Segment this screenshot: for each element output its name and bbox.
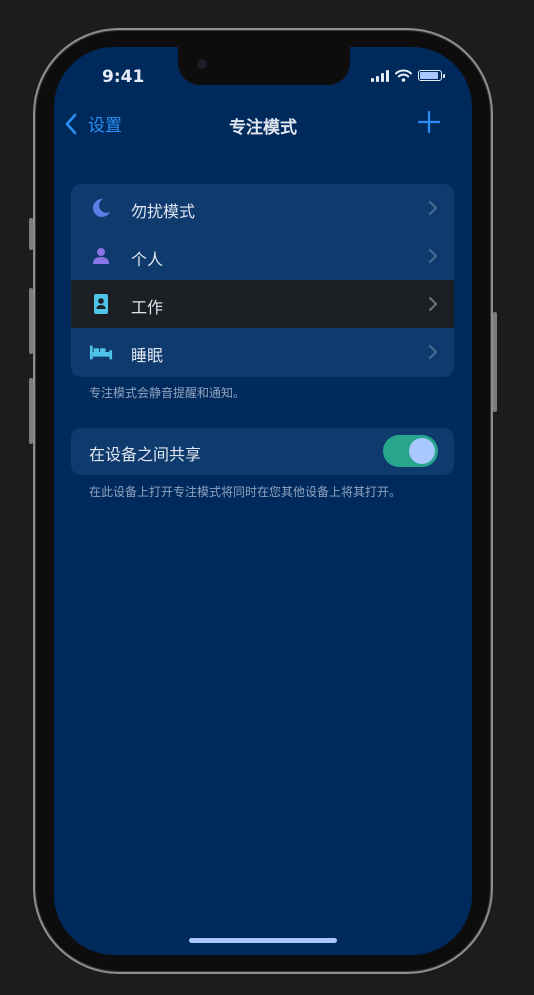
status-time: 9:41 [102,67,145,87]
add-icon[interactable] [416,109,442,135]
volume-up-button [29,288,33,354]
battery-level [420,72,438,79]
share-across-devices-row: 在设备之间共享 [71,428,454,475]
chevron-right-icon [429,249,438,263]
camera-icon [197,59,207,69]
bed-icon [89,340,113,364]
power-button [493,312,497,412]
work-badge-icon [89,292,113,316]
person-icon [89,244,113,268]
home-indicator[interactable] [189,938,337,943]
action-button [29,218,33,250]
screen: 9:41 设置 专注模式 勿扰模式 个人 工作 睡眠 专注模式会静音提醒和通知。… [54,47,472,955]
share-across-devices-toggle[interactable] [383,435,438,467]
share-footnote: 在此设备上打开专注模式将同时在您其他设备上将其打开。 [89,485,402,499]
cellular-signal-icon [371,69,389,82]
focus-modes-footnote: 专注模式会静音提醒和通知。 [89,386,246,400]
focus-mode-label: 睡眠 [131,346,164,365]
focus-mode-work[interactable]: 工作 [71,280,454,328]
focus-mode-sleep[interactable]: 睡眠 [71,328,454,376]
moon-icon [89,196,113,220]
chevron-right-icon [429,201,438,215]
focus-mode-label: 工作 [131,298,164,317]
status-icons [371,69,445,82]
toggle-knob [409,438,435,464]
share-across-devices-label: 在设备之间共享 [89,445,202,464]
chevron-right-icon [429,345,438,359]
focus-mode-do-not-disturb[interactable]: 勿扰模式 [71,184,454,232]
focus-mode-personal[interactable]: 个人 [71,232,454,280]
focus-mode-label: 勿扰模式 [131,202,196,221]
volume-down-button [29,378,33,444]
page-title: 专注模式 [229,118,297,138]
wifi-icon [395,69,412,82]
focus-mode-label: 个人 [131,250,164,269]
chevron-right-icon [429,297,438,311]
battery-icon [418,70,445,81]
focus-modes-list: 勿扰模式 个人 工作 睡眠 [71,184,454,377]
